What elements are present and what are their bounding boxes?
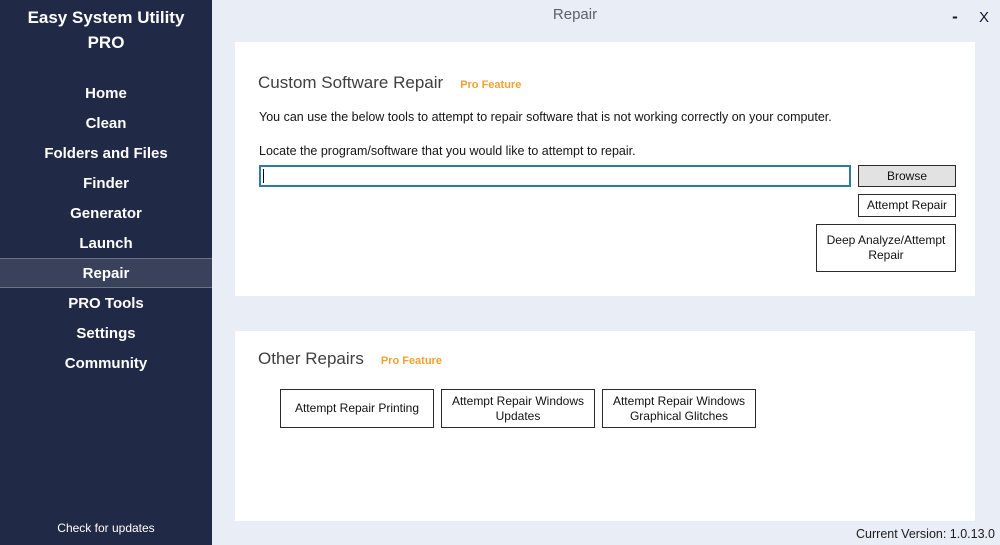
other-repairs-panel: Other Repairs Pro Feature Attempt Repair… [235,331,975,521]
sidebar-item-finder[interactable]: Finder [0,168,212,198]
sidebar-item-repair[interactable]: Repair [0,258,212,288]
check-for-updates-link[interactable]: Check for updates [0,521,212,535]
custom-software-repair-panel: Custom Software Repair Pro Feature You c… [235,42,975,296]
sidebar-item-launch[interactable]: Launch [0,228,212,258]
sidebar-item-home[interactable]: Home [0,78,212,108]
sidebar: Easy System Utility PRO Home Clean Folde… [0,0,212,545]
sidebar-item-folders-and-files[interactable]: Folders and Files [0,138,212,168]
attempt-repair-printing-button[interactable]: Attempt Repair Printing [280,389,434,428]
text-caret [263,169,264,183]
attempt-repair-windows-graphical-glitches-button[interactable]: Attempt Repair Windows Graphical Glitche… [602,389,756,428]
page-title: Repair [212,6,938,23]
pro-feature-badge: Pro Feature [381,355,442,367]
section-title: Other Repairs [258,349,364,369]
sidebar-item-settings[interactable]: Settings [0,318,212,348]
other-repairs-header: Other Repairs Pro Feature [258,349,442,369]
close-button[interactable]: X [972,4,996,30]
section-title: Custom Software Repair [258,73,443,93]
attempt-repair-button[interactable]: Attempt Repair [858,194,956,217]
sidebar-item-community[interactable]: Community [0,348,212,378]
sidebar-item-pro-tools[interactable]: PRO Tools [0,288,212,318]
minimize-button[interactable]: - [943,4,967,30]
current-version-label: Current Version: 1.0.13.0 [856,527,995,541]
custom-repair-header: Custom Software Repair Pro Feature [258,73,521,93]
sidebar-item-clean[interactable]: Clean [0,108,212,138]
custom-repair-description: You can use the below tools to attempt t… [259,110,832,124]
app-title: Easy System Utility PRO [0,0,212,55]
pro-feature-badge: Pro Feature [460,79,521,91]
locate-program-label: Locate the program/software that you wou… [259,144,636,158]
attempt-repair-windows-updates-button[interactable]: Attempt Repair Windows Updates [441,389,595,428]
browse-button[interactable]: Browse [858,165,956,187]
sidebar-menu: Home Clean Folders and Files Finder Gene… [0,78,212,378]
sidebar-item-generator[interactable]: Generator [0,198,212,228]
program-path-input[interactable] [259,165,851,187]
deep-analyze-attempt-repair-button[interactable]: Deep Analyze/Attempt Repair [816,224,956,272]
